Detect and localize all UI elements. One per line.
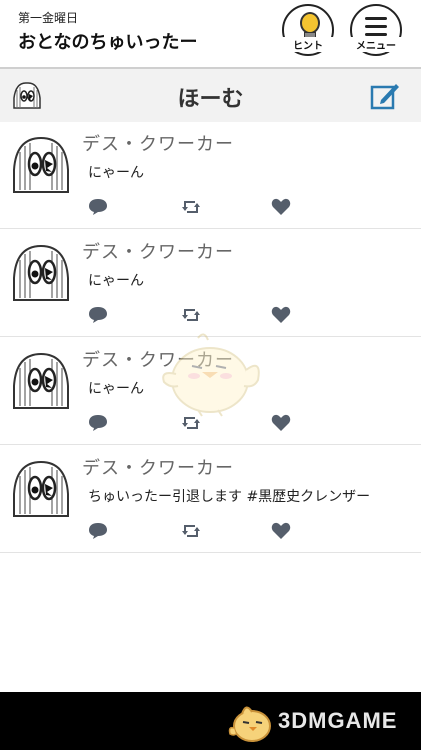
bird-mascot-watermark <box>162 333 260 417</box>
tweet-username: デス・クワーカー <box>82 134 234 155</box>
tweet-item[interactable]: デス・クワーカー にゃーん <box>0 122 421 229</box>
tweet-username: デス・クワーカー <box>82 458 234 479</box>
tweet-username: デス・クワーカー <box>82 242 234 263</box>
page-title: ほーむ <box>177 87 244 112</box>
top-bar: 第一金曜日 おとなのちゅいったー ヒント メニュー <box>0 0 421 64</box>
bird-mascot-logo <box>228 706 271 742</box>
heart-icon[interactable] <box>271 306 291 324</box>
tweet-item[interactable]: デス・クワーカー にゃーん <box>0 230 421 337</box>
brand-logo-text: 3DMGAME <box>278 708 398 733</box>
tweet-text: にゃーん <box>88 165 144 181</box>
user-avatar-icon[interactable] <box>8 346 74 412</box>
speech-bubble-icon[interactable] <box>88 198 108 216</box>
retweet-icon[interactable] <box>181 306 201 324</box>
retweet-icon[interactable] <box>181 522 201 540</box>
home-header: ほーむ <box>0 67 421 124</box>
menu-label: メニュー <box>346 37 406 52</box>
compose-icon[interactable] <box>370 81 400 111</box>
heart-icon[interactable] <box>271 414 291 432</box>
hint-label: ヒント <box>278 37 338 52</box>
week-label: 第一金曜日 <box>18 11 79 25</box>
speech-bubble-icon[interactable] <box>88 306 108 324</box>
heart-icon[interactable] <box>271 522 291 540</box>
retweet-icon[interactable] <box>181 198 201 216</box>
speech-bubble-icon[interactable] <box>88 414 108 432</box>
hint-button[interactable]: ヒント <box>278 4 338 56</box>
tweet-text: にゃーん <box>88 381 144 397</box>
heart-icon[interactable] <box>271 198 291 216</box>
speech-bubble-icon[interactable] <box>88 522 108 540</box>
user-avatar-icon[interactable] <box>8 454 74 520</box>
app-title: おとなのちゅいったー <box>18 32 198 53</box>
footer-banner: 3DMGAME <box>0 692 421 750</box>
tweet-text: ちゅいったー引退します #黒歴史クレンザー <box>88 489 371 505</box>
lightbulb-icon <box>300 12 320 34</box>
user-avatar-icon[interactable] <box>8 238 74 304</box>
tweet-item[interactable]: デス・クワーカー ちゅいったー引退します #黒歴史クレンザー <box>0 446 421 553</box>
user-avatar-icon[interactable] <box>8 130 74 196</box>
tweet-text: にゃーん <box>88 273 144 289</box>
menu-button[interactable]: メニュー <box>346 4 406 56</box>
